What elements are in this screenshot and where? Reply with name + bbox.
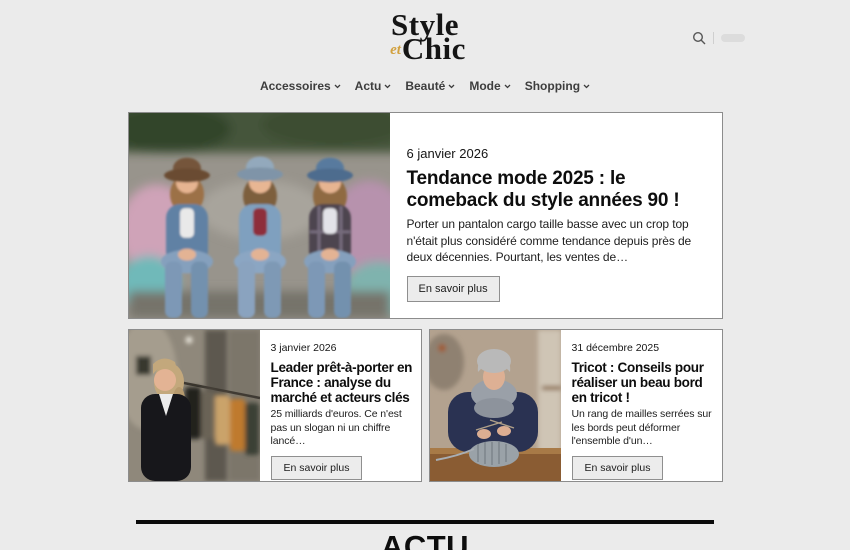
- article-date: 31 décembre 2025: [572, 342, 714, 354]
- nav-item-label: Beauté: [405, 79, 445, 93]
- search-icon[interactable]: [692, 31, 706, 45]
- article-image[interactable]: [129, 330, 260, 481]
- article-title: Tricot : Conseils pour réaliser un beau …: [572, 360, 714, 405]
- article-card: 3 janvier 2026 Leader prêt-à-porter en F…: [128, 329, 422, 482]
- site-header: Style etChic Accessoires Actu Beauté Mod…: [0, 0, 850, 95]
- chevron-down-icon: [583, 84, 590, 89]
- actu-section-head: ACTU: [128, 520, 723, 550]
- header-toggle-pill[interactable]: [721, 34, 745, 42]
- article-date: 3 janvier 2026: [271, 342, 413, 354]
- site-logo[interactable]: Style etChic: [384, 9, 466, 64]
- article-excerpt: Un rang de mailles serrées sur les bords…: [572, 408, 714, 448]
- chevron-down-icon: [448, 84, 455, 89]
- nav-item-label: Shopping: [525, 79, 580, 93]
- header-utilities: [692, 31, 745, 45]
- logo-chic-text: Chic: [402, 31, 466, 66]
- nav-item-label: Actu: [355, 79, 382, 93]
- section-title: ACTU: [128, 529, 723, 550]
- nav-item-label: Mode: [469, 79, 500, 93]
- nav-item-label: Accessoires: [260, 79, 331, 93]
- article-title: Leader prêt-à-porter en France : analyse…: [271, 360, 413, 405]
- chevron-down-icon: [384, 84, 391, 89]
- article-date: 6 janvier 2026: [407, 146, 708, 161]
- article-excerpt: Porter un pantalon cargo taille basse av…: [407, 216, 708, 265]
- article-body: 3 janvier 2026 Leader prêt-à-porter en F…: [260, 330, 421, 481]
- nav-item-actu[interactable]: Actu: [355, 77, 392, 95]
- article-image[interactable]: [430, 330, 561, 481]
- read-more-button[interactable]: En savoir plus: [271, 456, 363, 480]
- header-divider: [713, 32, 714, 44]
- article-card: 31 décembre 2025 Tricot : Conseils pour …: [429, 329, 723, 482]
- main-content: 6 janvier 2026 Tendance mode 2025 : le c…: [128, 112, 723, 550]
- chevron-down-icon: [334, 84, 341, 89]
- main-nav: Accessoires Actu Beauté Mode Shopping: [0, 77, 850, 95]
- read-more-button[interactable]: En savoir plus: [572, 456, 664, 480]
- nav-item-mode[interactable]: Mode: [469, 77, 510, 95]
- article-title: Tendance mode 2025 : le comeback du styl…: [407, 168, 708, 211]
- article-body: 31 décembre 2025 Tricot : Conseils pour …: [561, 330, 722, 481]
- nav-item-beaute[interactable]: Beauté: [405, 77, 455, 95]
- logo-et-text: et: [390, 42, 401, 58]
- featured-article-body: 6 janvier 2026 Tendance mode 2025 : le c…: [390, 113, 722, 318]
- featured-article-card: 6 janvier 2026 Tendance mode 2025 : le c…: [128, 112, 723, 319]
- nav-item-shopping[interactable]: Shopping: [525, 77, 590, 95]
- read-more-button[interactable]: En savoir plus: [407, 276, 500, 302]
- article-excerpt: 25 milliards d'euros. Ce n'est pas un sl…: [271, 408, 413, 448]
- featured-article-image[interactable]: [129, 113, 390, 318]
- section-divider: [136, 520, 714, 524]
- chevron-down-icon: [504, 84, 511, 89]
- nav-item-accessoires[interactable]: Accessoires: [260, 77, 341, 95]
- article-card-row: 3 janvier 2026 Leader prêt-à-porter en F…: [128, 329, 723, 482]
